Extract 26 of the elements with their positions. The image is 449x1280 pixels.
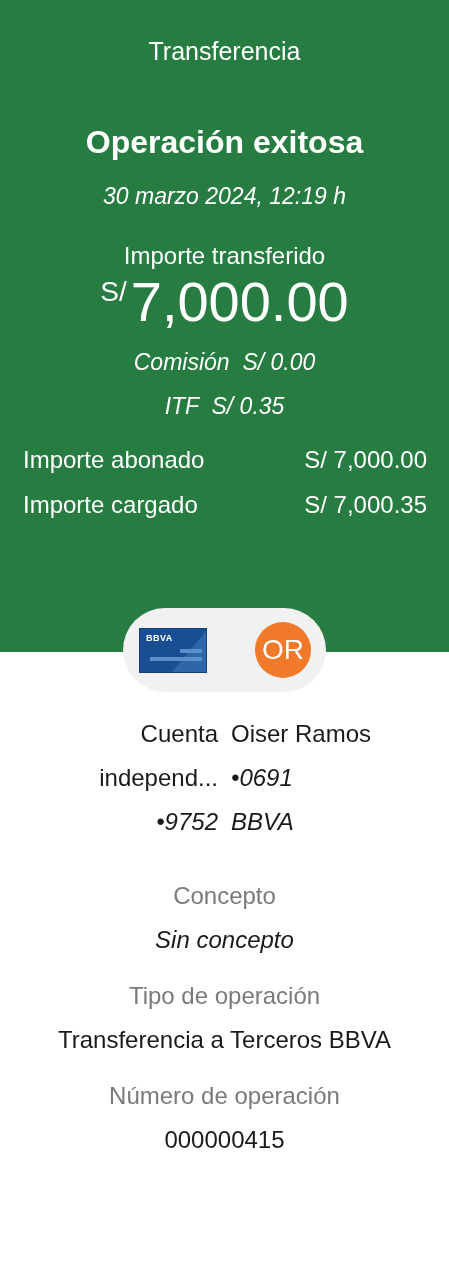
amount-label: Importe transferido — [123, 241, 326, 271]
card-logo: BBVA — [146, 632, 173, 643]
origin-account-text: •9752 — [156, 807, 218, 837]
avatar: OR — [255, 622, 311, 678]
detail-value: 000000415 — [164, 1125, 285, 1155]
detail-value: Transferencia a Terceros BBVA — [57, 1025, 391, 1055]
amount-value: 7,000.00 — [130, 270, 349, 334]
screen-title: Transferencia — [148, 36, 301, 67]
destination-account-text: Oiser Ramos — [231, 719, 372, 749]
fee-text: Comisión S/ 0.00 — [133, 348, 316, 377]
fee-text: ITF S/ 0.35 — [164, 392, 285, 421]
total-label: Importe cargado — [23, 490, 198, 520]
status-heading: Operación exitosa — [85, 123, 364, 162]
detail-label: Tipo de operación — [128, 981, 321, 1011]
currency-symbol: S/ — [100, 276, 127, 308]
total-label: Importe abonado — [23, 445, 205, 475]
date-text: 30 marzo 2024, 12:19 h — [103, 182, 346, 211]
detail-label: Número de operación — [109, 1081, 340, 1111]
origin-account-text: independ... — [99, 763, 218, 793]
detail-label: Concepto — [173, 881, 276, 911]
total-value: S/ 7,000.00 — [304, 445, 427, 475]
total-value: S/ 7,000.35 — [304, 490, 427, 520]
destination-account-text: BBVA — [231, 807, 294, 837]
destination-account-text: •0691 — [231, 763, 293, 793]
origin-account-text: Cuenta — [140, 719, 218, 749]
detail-value: Sin concepto — [155, 925, 294, 955]
